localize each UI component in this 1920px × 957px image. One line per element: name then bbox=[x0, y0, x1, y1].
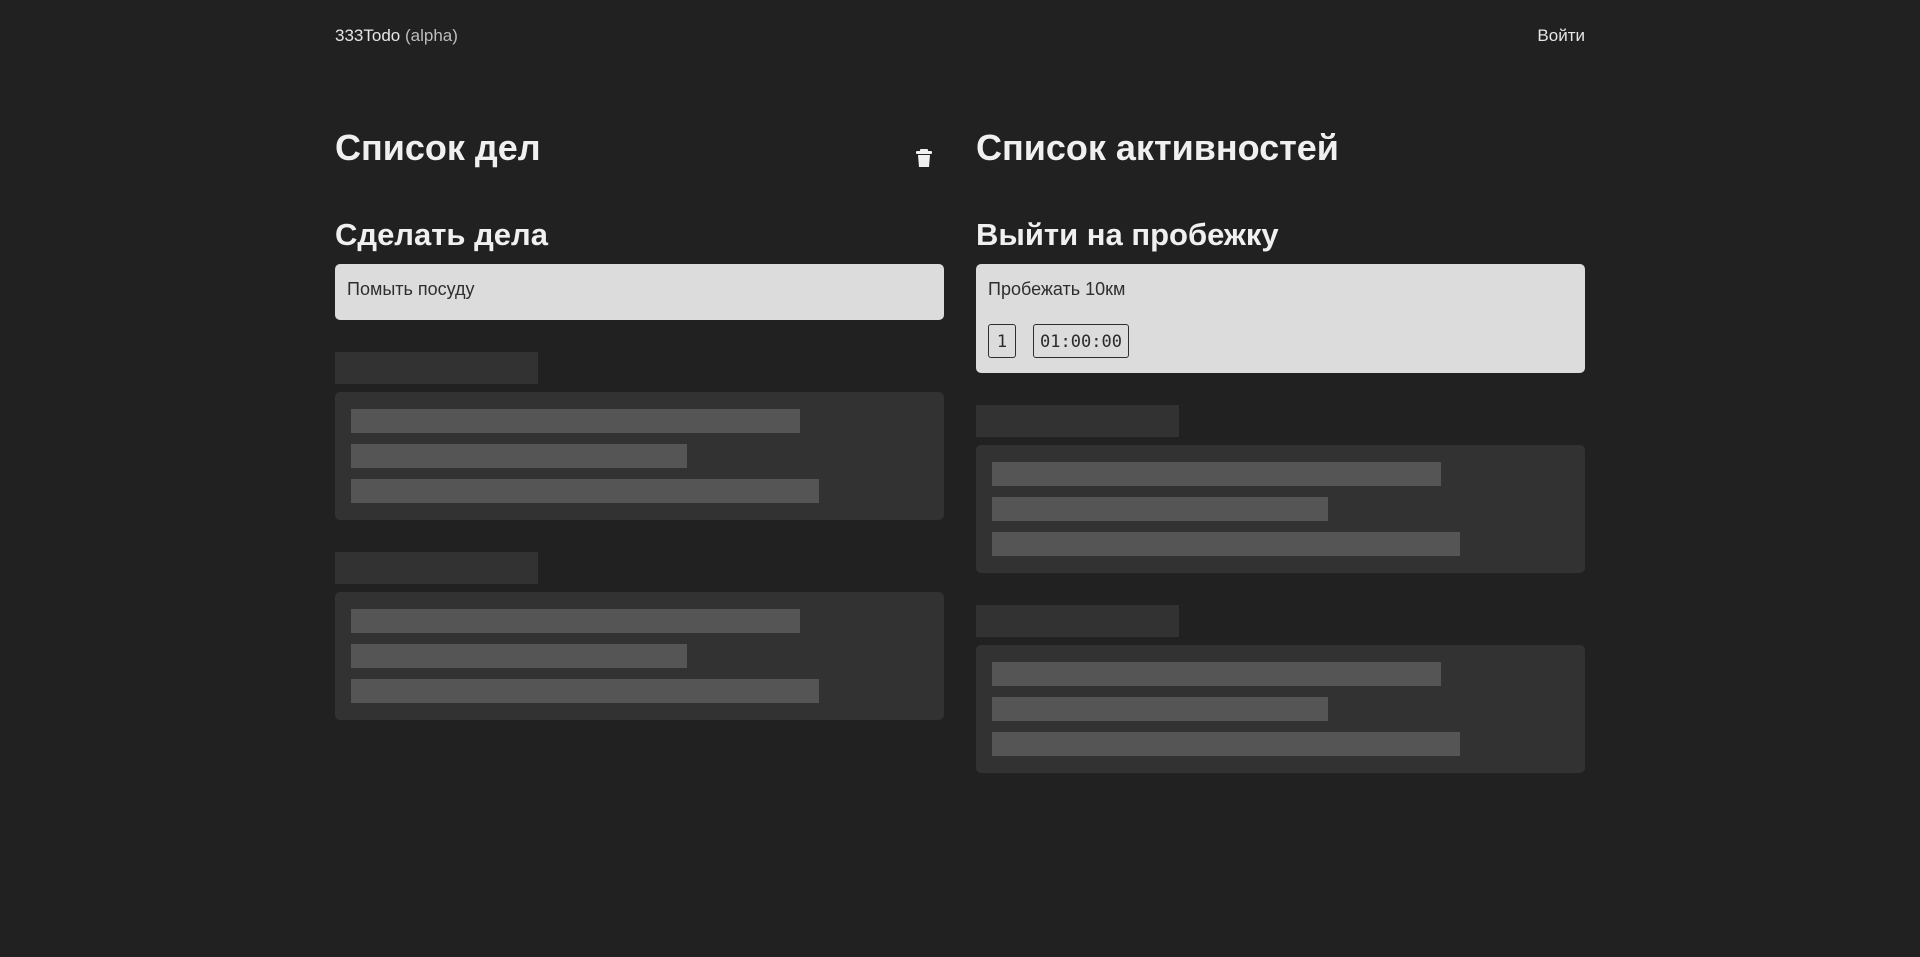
todo-item-card[interactable]: Помыть посуду bbox=[335, 264, 944, 320]
todo-column: Список дел Сделать дела Помыть посуду bbox=[335, 120, 944, 720]
skeleton-line bbox=[992, 462, 1441, 486]
skeleton-card bbox=[976, 445, 1585, 573]
activity-column: Список активностей Выйти на пробежку Про… bbox=[976, 120, 1585, 773]
skeleton-card bbox=[335, 592, 944, 720]
app-brand[interactable]: 333Todo (alpha) bbox=[335, 26, 458, 46]
skeleton-section-title bbox=[335, 352, 538, 384]
activity-section-title: Выйти на пробежку bbox=[976, 217, 1279, 252]
activity-item-text: Пробежать 10км bbox=[988, 279, 1126, 299]
skeleton-section-title bbox=[976, 405, 1179, 437]
skeleton-line bbox=[351, 644, 687, 668]
skeleton-line bbox=[992, 697, 1328, 721]
skeleton-line bbox=[351, 444, 687, 468]
trash-icon[interactable] bbox=[914, 148, 934, 168]
todo-section-title: Сделать дела bbox=[335, 217, 548, 252]
skeleton-section-title bbox=[335, 552, 538, 584]
skeleton-line bbox=[992, 532, 1460, 556]
skeleton-line bbox=[992, 497, 1328, 521]
activity-item-card[interactable]: Пробежать 10км 1 01:00:00 bbox=[976, 264, 1585, 373]
skeleton-line bbox=[351, 479, 819, 503]
brand-tag: (alpha) bbox=[404, 26, 458, 45]
activity-list-title: Список активностей bbox=[976, 127, 1339, 168]
login-link[interactable]: Войти bbox=[1537, 26, 1585, 46]
skeleton-section-title bbox=[976, 605, 1179, 637]
skeleton-card bbox=[976, 645, 1585, 773]
skeleton-line bbox=[351, 609, 800, 633]
skeleton-line bbox=[992, 662, 1441, 686]
todo-list-title: Список дел bbox=[335, 127, 541, 168]
activity-duration-badge[interactable]: 01:00:00 bbox=[1033, 324, 1129, 358]
brand-name: 333Todo bbox=[335, 26, 401, 45]
top-header: 333Todo (alpha) Войти bbox=[335, 0, 1585, 72]
skeleton-line bbox=[992, 732, 1460, 756]
activity-count-badge[interactable]: 1 bbox=[988, 324, 1016, 358]
todo-item-text: Помыть посуду bbox=[347, 279, 475, 299]
skeleton-card bbox=[335, 392, 944, 520]
skeleton-line bbox=[351, 679, 819, 703]
skeleton-line bbox=[351, 409, 800, 433]
